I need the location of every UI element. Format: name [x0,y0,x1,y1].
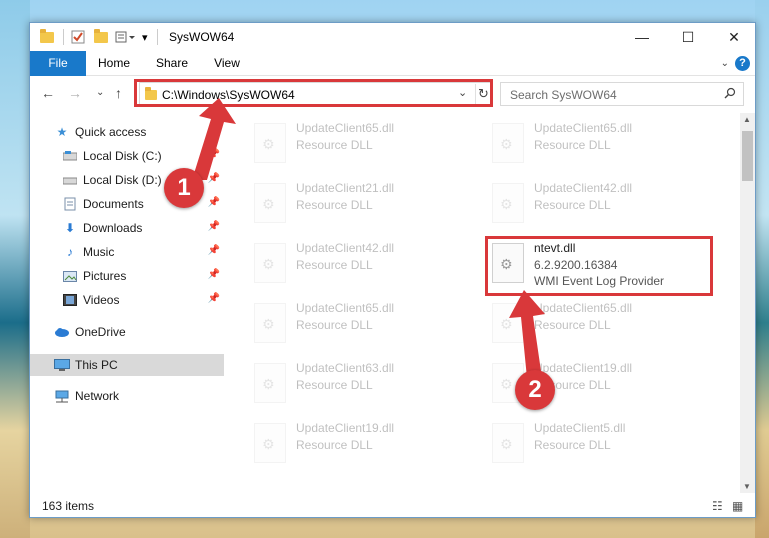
annotation-arrows [192,98,545,378]
step-badge-2: 2 [515,370,555,410]
step-badge-1: 1 [164,168,204,208]
arrow-1 [192,98,236,180]
arrow-2 [509,290,545,378]
